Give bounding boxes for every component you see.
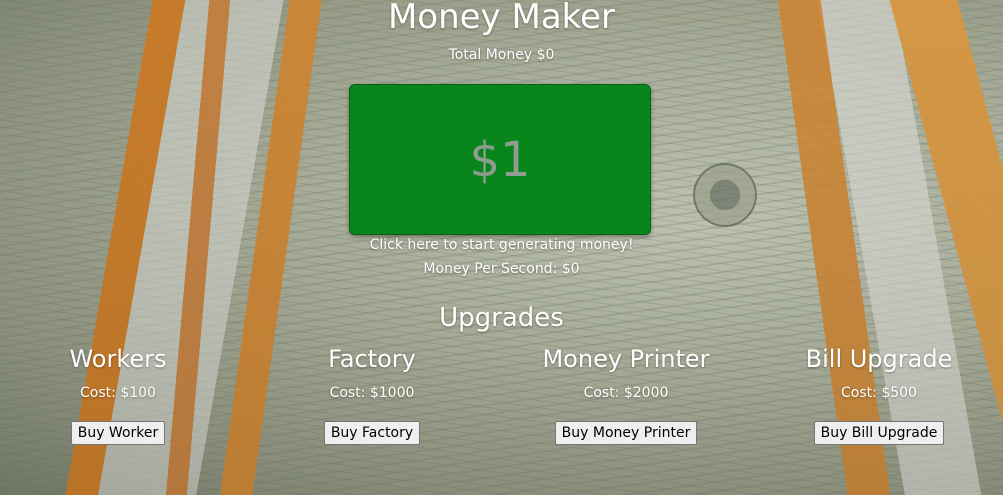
instruction-text: Click here to start generating money! <box>369 237 634 253</box>
upgrade-cost: Cost: $100 <box>80 385 156 401</box>
money-per-second-text: Money Per Second: $0 <box>423 261 580 277</box>
total-money-text: Total Money $0 <box>448 47 555 63</box>
upgrade-cost: Cost: $2000 <box>583 385 669 401</box>
upgrade-workers: Workers Cost: $100 Buy Worker <box>0 343 243 445</box>
generate-money-button[interactable]: $1 <box>349 84 651 235</box>
upgrade-factory: Factory Cost: $1000 Buy Factory <box>247 343 497 445</box>
buy-bill-upgrade-button[interactable]: Buy Bill Upgrade <box>813 421 945 445</box>
upgrade-bill: Bill Upgrade Cost: $500 Buy Bill Upgrade <box>754 343 1003 445</box>
upgrade-cost: Cost: $500 <box>841 385 917 401</box>
upgrade-name: Workers <box>69 345 167 373</box>
buy-factory-button[interactable]: Buy Factory <box>323 421 421 445</box>
game-container: Money Maker Total Money $0 $1 Click here… <box>0 0 1003 495</box>
upgrades-heading: Upgrades <box>439 303 564 333</box>
upgrade-name: Money Printer <box>542 345 710 373</box>
buy-money-printer-button[interactable]: Buy Money Printer <box>554 421 698 445</box>
money-button-label: $1 <box>469 131 531 188</box>
upgrade-money-printer: Money Printer Cost: $2000 Buy Money Prin… <box>501 343 751 445</box>
buy-worker-button[interactable]: Buy Worker <box>70 421 166 445</box>
upgrade-cost: Cost: $1000 <box>329 385 415 401</box>
upgrade-name: Bill Upgrade <box>805 345 953 373</box>
upgrade-name: Factory <box>328 345 416 373</box>
page-title: Money Maker <box>387 0 616 37</box>
